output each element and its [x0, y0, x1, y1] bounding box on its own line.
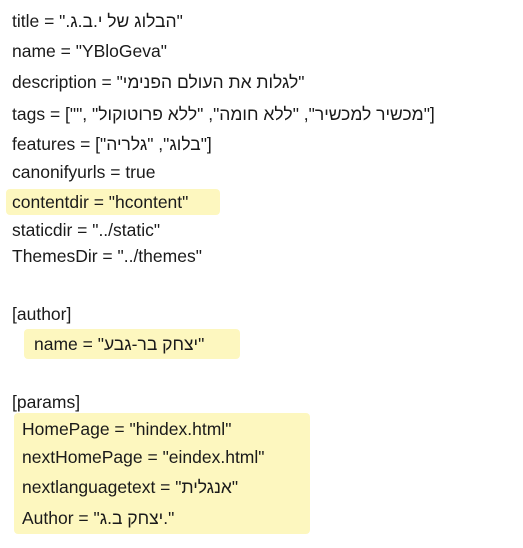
params-line-homepage: HomePage = "hindex.html"	[22, 419, 232, 439]
author-name-line: name = "יצחק בר-גבע"	[34, 334, 205, 354]
params-section-header: [params]	[12, 392, 81, 412]
params-line-nexthomepage: nextHomePage = "eindex.html"	[22, 447, 265, 467]
config-line-tags: tags = ["", "מכשיר למכשיר", "ללא חומה", …	[12, 104, 435, 124]
config-line-title: title = ".הבלוג של י.ב.ג"	[12, 11, 183, 31]
author-section-header: [author]	[12, 304, 72, 324]
config-line-description: description = "לגלות את העולם הפנימי"	[12, 72, 305, 92]
config-line-features: features = ["בלוג", "גלריה"]	[12, 134, 212, 154]
config-line-staticdir: staticdir = "../static"	[12, 220, 161, 240]
params-line-author: Author = "יצחק ב.ג."	[22, 508, 175, 528]
config-line-themesdir: ThemesDir = "../themes"	[12, 246, 202, 266]
config-line-contentdir: contentdir = "hcontent"	[12, 192, 189, 212]
params-line-nextlanguagetext: nextlanguagetext = "אנגלית"	[22, 477, 239, 497]
config-line-name: name = "YBloGeva"	[12, 41, 167, 61]
config-line-canonifyurls: canonifyurls = true	[12, 162, 156, 182]
